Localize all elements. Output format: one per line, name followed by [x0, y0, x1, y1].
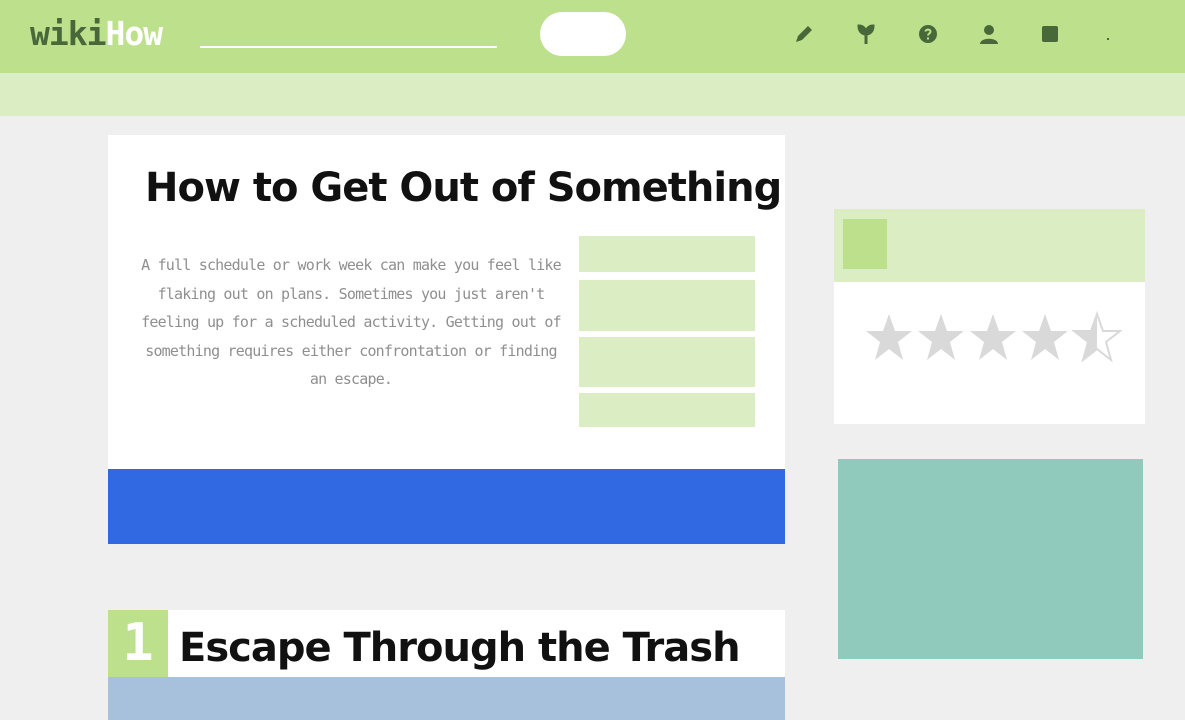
edit-icon[interactable]: [792, 22, 816, 46]
menu-dot: [1107, 38, 1109, 40]
star-icon[interactable]: [968, 311, 1018, 365]
wikihow-logo[interactable]: wikiHow: [30, 14, 163, 54]
step-number: 1: [122, 613, 154, 673]
step-number-box: 1: [108, 610, 168, 677]
article-intro-text: A full schedule or work week can make yo…: [141, 256, 562, 389]
star-icon[interactable]: [916, 311, 966, 365]
toc-item[interactable]: [579, 236, 755, 272]
toc-item[interactable]: [579, 337, 755, 387]
toc-item[interactable]: [579, 393, 755, 427]
top-navigation-bar: wikiHow: [0, 0, 1185, 73]
article-banner: [108, 469, 785, 544]
star-half-icon[interactable]: [1072, 311, 1122, 365]
sidebar-panel: [838, 459, 1143, 659]
logo-wiki-text: wiki: [30, 14, 106, 53]
search-input[interactable]: [200, 46, 497, 48]
rating-card: [834, 209, 1145, 424]
step-title: Escape Through the Trash: [179, 625, 741, 671]
step-image: [108, 677, 785, 720]
star-rating[interactable]: [864, 311, 1124, 367]
article-title: How to Get Out of Something: [145, 165, 782, 211]
profile-icon[interactable]: [977, 22, 1001, 46]
help-icon[interactable]: [916, 22, 940, 46]
search-button[interactable]: [540, 12, 626, 56]
article-intro-card: How to Get Out of Something A full sched…: [108, 135, 785, 469]
star-icon[interactable]: [1020, 311, 1070, 365]
explore-icon[interactable]: [854, 22, 878, 46]
step-header: 1 Escape Through the Trash: [108, 610, 785, 677]
star-icon[interactable]: [864, 311, 914, 365]
messages-icon[interactable]: [1038, 22, 1062, 46]
rating-card-thumbnail: [843, 219, 887, 269]
sub-navigation-bar: [0, 73, 1185, 116]
toc-item[interactable]: [579, 280, 755, 331]
rating-card-header: [834, 209, 1145, 282]
logo-how-text: How: [105, 14, 163, 53]
